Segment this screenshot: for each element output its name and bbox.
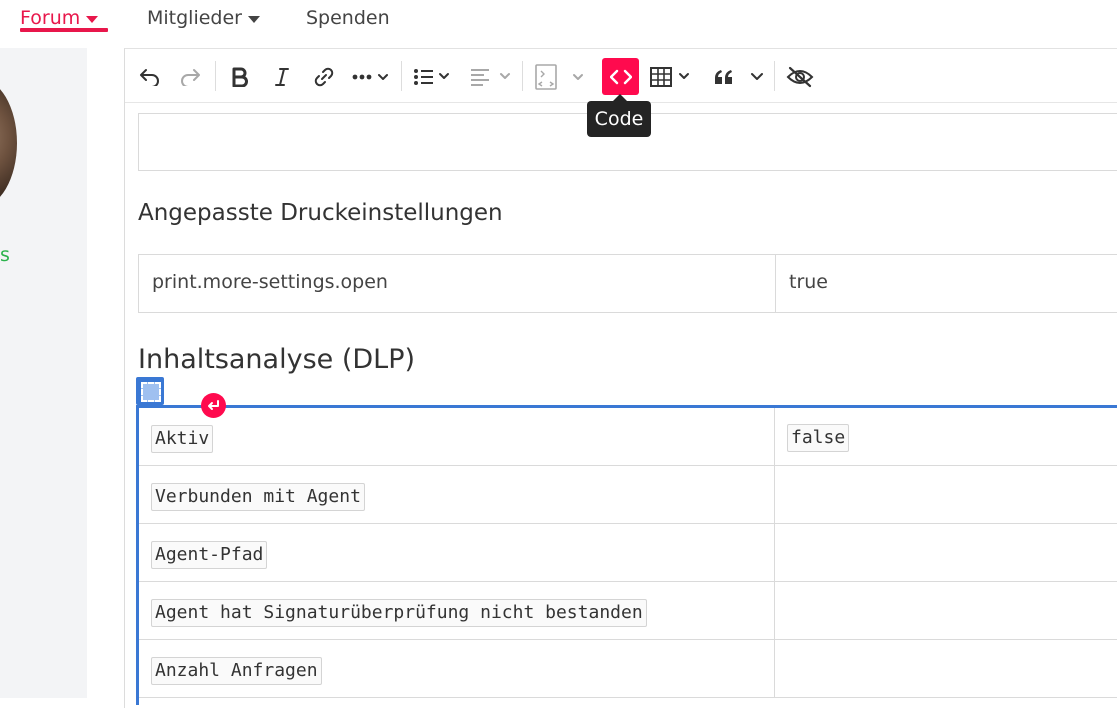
code-tooltip: Code [587,94,651,137]
print-settings-table: print.more-settings.open true [138,254,1117,313]
chevron-down-icon [751,73,763,80]
redo-icon [181,69,200,86]
redo-button[interactable] [177,63,203,91]
table-select-handle[interactable] [136,377,164,405]
dlp-heading: Inhaltsanalyse (DLP) [138,344,416,375]
table-row: Agent hat Signaturüberprüfung nicht best… [139,582,1117,640]
return-arrow-icon [208,400,219,410]
code-snippet: Aktiv [151,425,214,453]
bold-icon [232,67,248,87]
align-button[interactable] [469,63,515,91]
dlp-table: Aktiv false Verbunden mit Agent Agent-Pf… [136,405,1117,705]
table-row: Aktiv false [139,408,1117,466]
table-cell[interactable]: Agent-Pfad [139,524,775,581]
list-button[interactable] [413,63,455,91]
bold-button[interactable] [227,63,253,91]
undo-button[interactable] [137,63,163,91]
table-icon [650,67,689,87]
avatar[interactable] [0,78,17,208]
more-formatting-button[interactable] [351,63,395,91]
code-snippet: Anzahl Anfragen [151,657,322,685]
caret-down-icon [248,15,260,23]
table-row: Agent-Pfad [139,524,1117,582]
quote-button[interactable] [711,63,737,91]
nav-donate[interactable]: Spenden [306,0,390,36]
italic-button[interactable] [269,63,295,91]
nav-active-indicator [20,28,108,32]
italic-icon [275,68,289,86]
code-snippet: Agent hat Signaturüberprüfung nicht best… [151,599,647,627]
caret-down-icon [86,15,99,23]
toolbar-separator [401,61,402,91]
quote-options-button[interactable] [747,63,767,91]
code-snippet: false [787,424,850,452]
toggle-preview-button[interactable] [785,63,815,91]
link-button[interactable] [311,63,337,91]
code-snippet: Agent-Pfad [151,541,268,569]
print-settings-heading: Angepasste Druckeinstellungen [138,200,503,226]
table-cell[interactable]: Verbunden mit Agent [139,466,775,523]
nav-members[interactable]: Mitglieder [147,0,260,36]
nav-donate-label: Spenden [306,7,390,29]
insert-code-block-button[interactable] [533,63,591,91]
code-block-icon [535,64,583,90]
toolbar-separator [522,61,523,91]
table-cell[interactable]: Aktiv [139,408,775,465]
status-text: s [0,244,10,266]
toolbar-separator [215,61,216,91]
quote-icon [715,70,732,84]
more-dots-icon [352,74,388,80]
code-snippet: Verbunden mit Agent [151,483,365,511]
undo-icon [140,69,159,86]
table-button[interactable] [649,63,695,91]
code-icon [609,69,632,84]
left-sidebar: s [0,48,87,698]
table-cell[interactable]: Agent hat Signaturüberprüfung nicht best… [139,582,775,639]
link-icon [314,67,334,87]
align-left-icon [471,69,510,86]
insert-paragraph-button[interactable] [201,393,226,418]
table-row: Anzahl Anfragen [139,640,1117,698]
top-navigation: Forum Mitglieder Spenden [0,0,1117,40]
toolbar-separator [774,61,775,91]
print-setting-key[interactable]: print.more-settings.open [139,255,776,312]
eye-slash-icon [786,66,814,88]
code-button[interactable] [602,58,639,95]
nav-members-label: Mitglieder [147,7,242,29]
nav-forum-label: Forum [20,7,81,29]
print-setting-value[interactable]: true [789,271,828,293]
table-row: Verbunden mit Agent [139,466,1117,524]
rich-text-editor: Code Angepasste Druckeinstellungen print… [124,48,1117,708]
list-icon [414,69,449,85]
table-cell[interactable]: Anzahl Anfragen [139,640,775,697]
